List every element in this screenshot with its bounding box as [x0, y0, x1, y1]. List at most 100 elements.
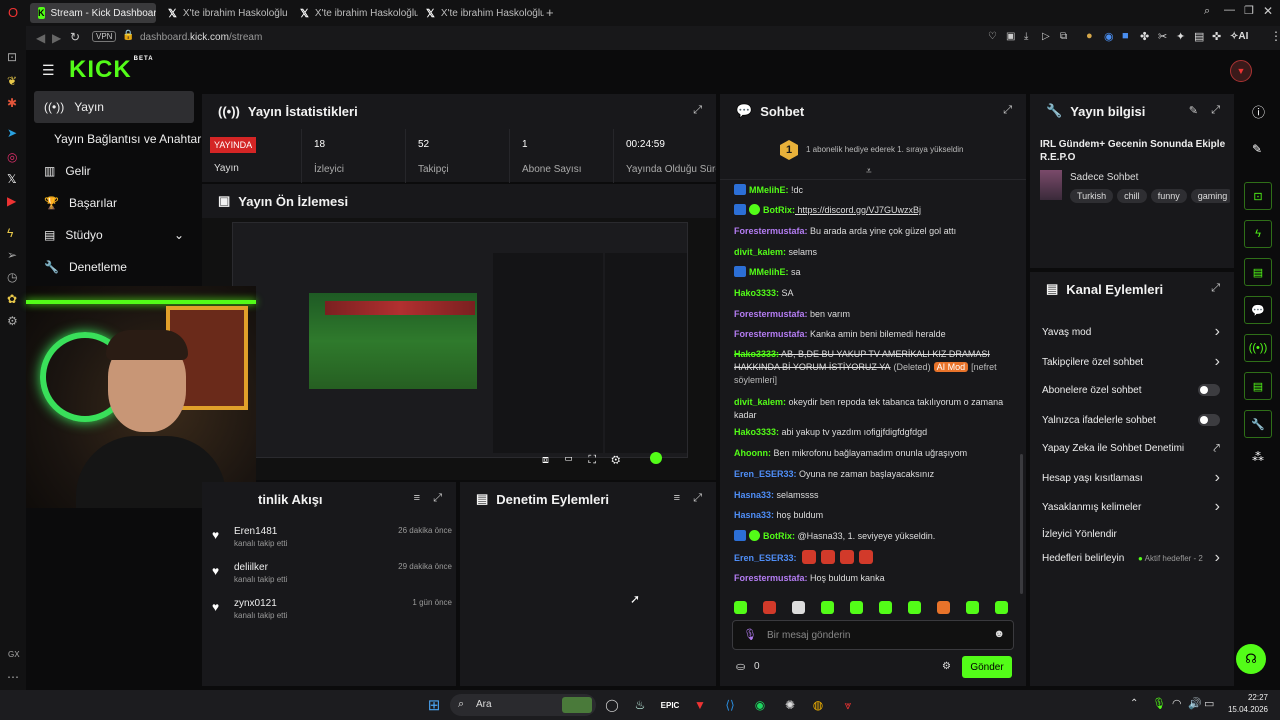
emote-icon[interactable]	[995, 601, 1008, 614]
user-avatar[interactable]: ▼	[1230, 60, 1252, 82]
nav-item-moderation[interactable]: 🔧 Denetleme	[34, 252, 194, 282]
sidebar-star-icon[interactable]: ✱	[7, 96, 17, 110]
chat-username[interactable]: Ahoonn:	[734, 448, 771, 458]
chat-username[interactable]: Forestermustafa:	[734, 329, 808, 339]
extension-scissors-icon[interactable]: ✂	[1158, 30, 1167, 43]
restore-icon[interactable]: ❐	[1244, 4, 1254, 17]
chat-username[interactable]: Eren_ESER33:	[734, 469, 797, 479]
edit-icon[interactable]: ✎	[1252, 142, 1262, 156]
snapshot-icon[interactable]: ▣	[1006, 31, 1015, 42]
chat-username[interactable]: Eren_ESER33:	[734, 553, 797, 563]
sidebar-history-icon[interactable]: ◷	[7, 270, 17, 284]
popout-icon[interactable]: ⤢	[433, 492, 442, 505]
extension-cookie-icon[interactable]: ●	[1086, 30, 1093, 42]
chat-username[interactable]: BotRix:	[763, 205, 795, 215]
channel-action-row[interactable]: Yasaklanmış kelimeler ›	[1042, 497, 1220, 517]
sidebar-instagram-icon[interactable]: ◎	[7, 150, 17, 164]
taskbar-search[interactable]: ⌕ Ara	[450, 694, 596, 716]
extensions-icon[interactable]: ⧉	[1060, 31, 1067, 42]
nav-item-studio[interactable]: ▤ Stüdyo ⌄	[34, 220, 194, 250]
opera-logo-icon[interactable]: O	[8, 5, 18, 20]
chat-input[interactable]: 🎙 Bir mesaj gönderin ☻	[732, 620, 1014, 650]
channel-action-row[interactable]: İzleyici Yönlendir	[1042, 524, 1220, 544]
channel-action-row[interactable]: Takipçilere özel sohbet ›	[1042, 352, 1220, 372]
chat-username[interactable]: Hako3333:	[734, 427, 779, 437]
chat-username[interactable]: divit_kalem:	[734, 397, 786, 407]
extension-star-icon[interactable]: ✦	[1176, 30, 1185, 43]
minimize-icon[interactable]: —	[1224, 4, 1235, 16]
chat-username[interactable]: Hako3333:	[734, 288, 779, 298]
sidebar-telegram-icon[interactable]: ➤	[7, 126, 17, 140]
kick-logo[interactable]: KICK BETA	[69, 56, 154, 84]
toggle-switch[interactable]	[1198, 414, 1220, 426]
aria-ai-button[interactable]: ✧AI	[1230, 31, 1248, 42]
edit-pencil-icon[interactable]: ✎	[1189, 104, 1198, 117]
extension-wave-icon[interactable]: ◉	[1104, 30, 1114, 43]
channel-action-row[interactable]: Yavaş mod ›	[1042, 322, 1220, 342]
channel-action-row[interactable]: Hesap yaşı kısıtlaması ›	[1042, 468, 1220, 488]
back-icon[interactable]: ◀	[36, 31, 45, 45]
tray-mic-icon[interactable]: 🎙	[1152, 697, 1166, 710]
taskbar-valorant-icon[interactable]: ⩔	[838, 695, 858, 715]
extension-paw-icon[interactable]: ✤	[1140, 30, 1149, 43]
tray-battery-icon[interactable]: ▭	[1204, 697, 1214, 710]
chat-username[interactable]: Forestermustafa:	[734, 226, 808, 236]
tab-kick-dashboard[interactable]: K Stream - Kick Dashboard	[30, 3, 156, 23]
sidebar-animal-icon[interactable]: ❦	[7, 74, 17, 88]
camera-icon[interactable]: ▭	[564, 454, 573, 466]
forward-icon[interactable]: ▶	[52, 31, 61, 45]
sidebar-gx-label[interactable]: GX	[8, 650, 20, 659]
hamburger-menu-icon[interactable]: ☰	[42, 62, 55, 79]
emote-icon[interactable]	[850, 601, 863, 614]
close-window-icon[interactable]: ✕	[1263, 4, 1273, 18]
taskbar-app-icon[interactable]: ▼	[690, 695, 710, 715]
clock-date[interactable]: 15.04.2026	[1226, 705, 1268, 714]
chat-username[interactable]: Hasna33:	[734, 490, 774, 500]
nav-item-stream[interactable]: ((•)) Yayın	[34, 91, 194, 123]
rail-clip-icon[interactable]: ⊡	[1244, 182, 1272, 210]
tab-x-post-2[interactable]: 𝕏 X'te ibrahim Haskoloğlu: "	[292, 3, 418, 23]
popout-icon[interactable]: ⤢	[1211, 282, 1220, 295]
toggle-switch[interactable]	[1198, 384, 1220, 396]
sidebar-settings-icon[interactable]: ⚙	[7, 314, 18, 328]
tray-wifi-icon[interactable]: ◠	[1172, 697, 1182, 710]
popout-icon[interactable]: ⤢	[1003, 104, 1012, 117]
taskbar-chatgpt-icon[interactable]: ✺	[780, 695, 800, 715]
sidebar-x-icon[interactable]: 𝕏	[7, 172, 17, 186]
chat-username[interactable]: Hasna33:	[734, 510, 774, 520]
clock-time[interactable]: 22:27	[1226, 693, 1268, 702]
extension-puzzle-icon[interactable]: ✜	[1212, 30, 1221, 43]
popout-icon[interactable]: ⤢	[1211, 104, 1220, 117]
gift-icon[interactable]: ⛀	[736, 660, 745, 673]
rail-chat-icon[interactable]: 💬	[1244, 296, 1272, 324]
chat-scrollbar[interactable]	[1020, 454, 1023, 594]
taskbar-spotify-icon[interactable]: ◉	[750, 695, 770, 715]
taskbar-epic-icon[interactable]: EPIC	[660, 695, 680, 715]
support-headset-icon[interactable]: ☊	[1236, 644, 1266, 674]
sidebar-messenger-icon[interactable]: ⊡	[7, 50, 17, 64]
taskbar-opera-gx-icon[interactable]: ◯	[602, 695, 622, 715]
microphone-icon[interactable]: 🎙	[743, 628, 757, 641]
play-icon[interactable]: ▷	[1042, 31, 1050, 42]
rail-more-icon[interactable]: ⁂	[1252, 450, 1264, 464]
taskbar-steam-icon[interactable]: ♨	[630, 695, 650, 715]
new-tab-button[interactable]: +	[546, 5, 554, 20]
chat-username[interactable]: BotRix:	[763, 531, 795, 541]
rail-broadcast-icon[interactable]: ((•))	[1244, 334, 1272, 362]
emote-icon[interactable]	[908, 601, 921, 614]
emote-icon[interactable]	[792, 601, 805, 614]
chat-username[interactable]: Forestermustafa:	[734, 309, 808, 319]
extension-translate-icon[interactable]: ■	[1122, 30, 1129, 42]
sidebar-youtube-icon[interactable]: ▶	[7, 194, 16, 208]
chat-username[interactable]: Forestermustafa:	[734, 573, 808, 583]
menu-dots-icon[interactable]: ⋮	[1270, 29, 1280, 43]
windows-start-icon[interactable]: ⊞	[424, 695, 444, 715]
emote-icon[interactable]	[937, 601, 950, 614]
pip-icon[interactable]: ⧈	[542, 454, 549, 466]
rail-bolt-icon[interactable]: ϟ	[1244, 220, 1272, 248]
nav-item-stream-key[interactable]: Yayın Bağlantısı ve Anahtarı	[34, 124, 214, 154]
url-text[interactable]: dashboard.kick.com/stream	[140, 32, 262, 43]
expand-pinned-icon[interactable]: ⩡	[866, 166, 872, 177]
tray-expand-icon[interactable]: ⌃	[1130, 698, 1138, 709]
filter-icon[interactable]: ≡	[674, 492, 680, 504]
